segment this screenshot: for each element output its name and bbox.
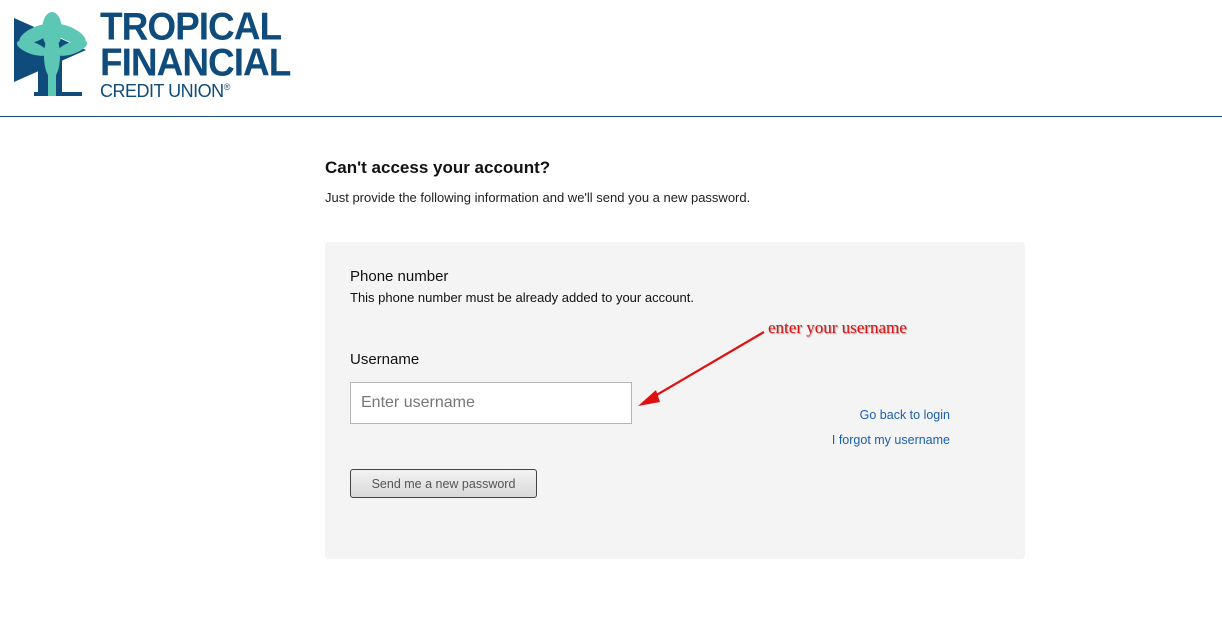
registered-mark: ®: [223, 82, 231, 92]
logo-text-financial: FINANCIAL: [100, 40, 291, 85]
go-back-to-login-link[interactable]: Go back to login: [860, 408, 950, 422]
header: TROPICAL FINANCIAL CREDIT UNION®: [0, 0, 1222, 117]
logo-text-credit-union: CREDIT UNION®: [100, 81, 231, 101]
phone-number-label: Phone number: [350, 268, 449, 285]
forgot-username-link[interactable]: I forgot my username: [832, 433, 950, 447]
page-title: Can't access your account?: [325, 158, 551, 177]
page-subtitle: Just provide the following information a…: [325, 190, 751, 205]
tropical-financial-logo[interactable]: TROPICAL FINANCIAL CREDIT UNION®: [14, 7, 291, 101]
palm-tree-logo-icon: [14, 12, 88, 96]
annotation-text: enter your username: [768, 318, 907, 337]
send-new-password-button[interactable]: Send me a new password: [350, 469, 537, 498]
username-input[interactable]: [350, 382, 632, 424]
username-label: Username: [350, 351, 420, 368]
phone-number-help: This phone number must be already added …: [350, 290, 694, 305]
annotation-arrow-icon: [638, 331, 765, 406]
